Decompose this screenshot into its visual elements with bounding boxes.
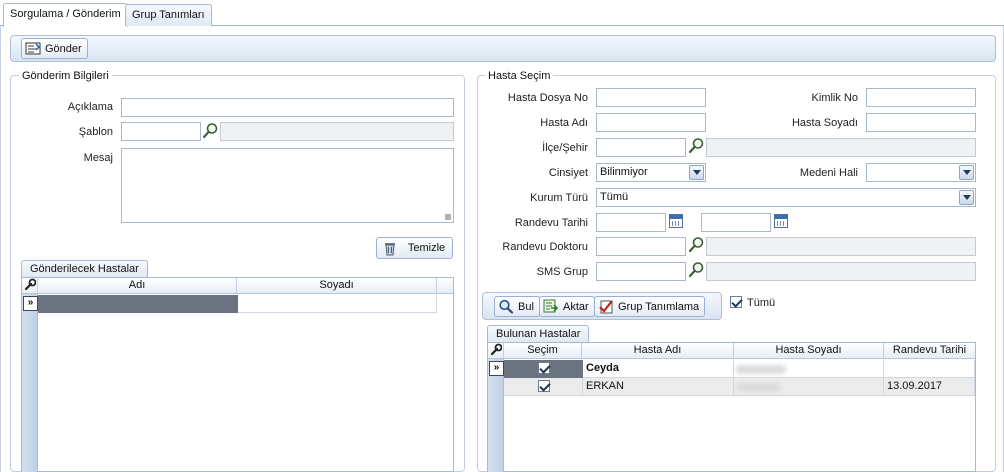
ilce-sehir-input[interactable] bbox=[596, 138, 686, 157]
hasta-secim-legend: Hasta Seçim bbox=[485, 70, 554, 82]
hasta-soyadi-label: Hasta Soyadı bbox=[791, 117, 858, 129]
kurum-turu-value: Tümü bbox=[600, 191, 629, 203]
sms-grup-search-icon[interactable] bbox=[688, 261, 705, 279]
redacted-surname bbox=[736, 365, 786, 374]
chevron-down-icon[interactable] bbox=[959, 190, 974, 205]
tumu-checkbox[interactable] bbox=[730, 296, 742, 308]
mesaj-textarea[interactable] bbox=[121, 148, 454, 223]
column-header-hasta-adi[interactable]: Hasta Adı bbox=[582, 343, 734, 358]
table-row-cell[interactable] bbox=[238, 295, 437, 313]
wrench-icon[interactable] bbox=[24, 278, 36, 291]
doktor-description-field bbox=[706, 237, 976, 256]
toolbar: Gönder bbox=[10, 35, 996, 62]
calendar-icon[interactable] bbox=[669, 214, 683, 228]
transfer-icon bbox=[543, 299, 559, 313]
gonderim-bilgileri-legend: Gönderim Bilgileri bbox=[19, 70, 112, 82]
temizle-button-label: Temizle bbox=[407, 242, 446, 254]
chevron-down-icon[interactable] bbox=[959, 165, 974, 180]
grup-tanimlama-button[interactable]: Grup Tanımlama bbox=[594, 296, 706, 317]
chevron-down-icon[interactable] bbox=[689, 165, 704, 180]
sablon-label: Şablon bbox=[78, 126, 113, 138]
kurum-turu-label: Kurum Türü bbox=[530, 192, 588, 204]
randevu-doktoru-input[interactable] bbox=[596, 237, 686, 256]
ilce-search-icon[interactable] bbox=[688, 137, 705, 155]
sablon-input[interactable] bbox=[121, 122, 201, 141]
table-row-hasta-adi[interactable]: ERKAN bbox=[583, 378, 734, 396]
grid-header: Seçim Hasta Adı Hasta Soyadı Randevu Tar… bbox=[488, 343, 975, 359]
bulunan-hastalar-tab[interactable]: Bulunan Hastalar bbox=[487, 325, 590, 343]
kurum-turu-select[interactable]: Tümü bbox=[596, 188, 976, 207]
randevu-doktoru-label: Randevu Doktoru bbox=[502, 241, 588, 253]
hasta-adi-input[interactable] bbox=[596, 113, 706, 132]
ilce-sehir-label: İlçe/Şehir bbox=[542, 142, 588, 154]
table-row-hasta-soyadi[interactable] bbox=[734, 360, 884, 378]
aciklama-label: Açıklama bbox=[67, 101, 113, 113]
grid-settings-cell[interactable] bbox=[22, 278, 38, 293]
table-row-randevu-tarihi[interactable]: 13.09.2017 bbox=[884, 378, 975, 396]
ilce-description-field bbox=[706, 138, 976, 157]
table-row-randevu-tarihi[interactable] bbox=[884, 360, 975, 378]
grid-settings-cell[interactable] bbox=[488, 343, 504, 358]
bul-button-label: Bul bbox=[518, 300, 534, 313]
sms-grup-label: SMS Grup bbox=[536, 266, 588, 278]
search-icon bbox=[499, 299, 514, 314]
send-icon bbox=[25, 42, 41, 55]
column-header-hasta-soyadi[interactable]: Hasta Soyadı bbox=[734, 343, 884, 358]
table-row-hasta-soyadi[interactable] bbox=[734, 378, 884, 396]
hasta-dosya-no-label: Hasta Dosya No bbox=[507, 92, 588, 104]
resize-grip-icon[interactable] bbox=[445, 214, 451, 220]
send-button-label: Gönder bbox=[45, 42, 82, 55]
current-row-indicator-icon: » bbox=[489, 361, 504, 376]
cinsiyet-value: Bilinmiyor bbox=[600, 166, 648, 178]
checklist-icon bbox=[599, 300, 613, 314]
row-select-checkbox[interactable] bbox=[538, 380, 550, 392]
table-row-selected-cell[interactable] bbox=[38, 295, 238, 313]
send-button[interactable]: Gönder bbox=[21, 38, 88, 59]
column-header-adi[interactable]: Adı bbox=[38, 278, 237, 293]
hasta-adi-label: Hasta Adı bbox=[540, 117, 588, 129]
gonderilecek-hastalar-tab[interactable]: Gönderilecek Hastalar bbox=[21, 260, 148, 278]
tab-bar: Sorgulama / Gönderim Grup Tanımları bbox=[0, 0, 1004, 27]
medeni-hali-label: Medeni Hali bbox=[799, 167, 858, 179]
column-header-randevu-tarihi[interactable]: Randevu Tarihi bbox=[884, 343, 975, 358]
trash-icon bbox=[384, 242, 395, 255]
column-header-soyadi[interactable]: Soyadı bbox=[237, 278, 437, 293]
cinsiyet-select[interactable]: Bilinmiyor bbox=[596, 163, 706, 182]
hasta-soyadi-input[interactable] bbox=[866, 113, 976, 132]
grup-tanimlama-button-label: Grup Tanımlama bbox=[618, 300, 700, 313]
temizle-button[interactable]: Temizle bbox=[376, 237, 453, 259]
table-row-hasta-adi[interactable]: Ceyda bbox=[583, 360, 734, 378]
calendar-icon[interactable] bbox=[774, 214, 788, 228]
tumu-label: Tümü bbox=[747, 297, 776, 309]
row-select-checkbox[interactable] bbox=[538, 362, 550, 374]
kimlik-no-input[interactable] bbox=[866, 88, 976, 107]
hasta-dosya-no-input[interactable] bbox=[596, 88, 706, 107]
sms-grup-description-field bbox=[706, 262, 976, 281]
aciklama-input[interactable] bbox=[121, 98, 454, 117]
wrench-icon[interactable] bbox=[490, 343, 502, 356]
randevu-tarihi-label: Randevu Tarihi bbox=[514, 217, 588, 229]
doktor-search-icon[interactable] bbox=[688, 236, 705, 254]
randevu-tarihi-start-input[interactable] bbox=[596, 213, 666, 232]
medeni-hali-select[interactable] bbox=[866, 163, 976, 182]
randevu-tarihi-end-input[interactable] bbox=[701, 213, 771, 232]
bul-button[interactable]: Bul bbox=[494, 296, 540, 317]
column-header-secim[interactable]: Seçim bbox=[504, 343, 582, 358]
kimlik-no-label: Kimlik No bbox=[811, 92, 858, 104]
aktar-button-label: Aktar bbox=[563, 300, 589, 313]
mesaj-label: Mesaj bbox=[83, 152, 113, 164]
sablon-search-icon[interactable] bbox=[202, 122, 219, 140]
tab-sorgulama-gonderim[interactable]: Sorgulama / Gönderim bbox=[3, 3, 128, 27]
cinsiyet-label: Cinsiyet bbox=[548, 167, 588, 179]
grid-header: Adı Soyadı bbox=[22, 278, 453, 294]
sablon-description-field bbox=[220, 122, 454, 141]
redacted-surname bbox=[736, 383, 781, 392]
aktar-button[interactable]: Aktar bbox=[539, 296, 595, 317]
sms-grup-input[interactable] bbox=[596, 262, 686, 281]
tab-grup-tanimlari[interactable]: Grup Tanımları bbox=[125, 4, 212, 26]
current-row-indicator-icon: » bbox=[23, 296, 38, 311]
